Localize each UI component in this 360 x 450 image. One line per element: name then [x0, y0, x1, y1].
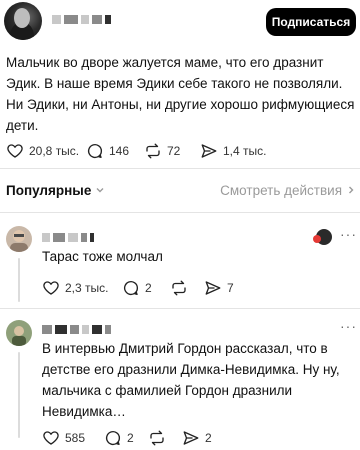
comment-avatar[interactable]: [6, 320, 32, 346]
comment-text: Тарас тоже молчал: [42, 249, 163, 264]
chevron-right-icon: [349, 186, 354, 194]
comment-icon: [105, 430, 121, 446]
heart-icon: [43, 281, 59, 295]
repost-button[interactable]: [148, 429, 182, 447]
avatar-photo: [6, 226, 32, 252]
share-button[interactable]: 7: [204, 279, 234, 297]
share-count: 1,4 тыс.: [223, 144, 267, 158]
like-count: 585: [65, 431, 86, 445]
comment-text: В интервью Дмитрий Гордон рассказал, что…: [42, 341, 340, 419]
like-count: 2,3 тыс.: [65, 281, 109, 295]
comment-icon: [87, 143, 103, 159]
like-button[interactable]: 2,3 тыс.: [42, 279, 122, 297]
comment-button[interactable]: 146: [86, 142, 144, 160]
comment-username-redacted[interactable]: [42, 323, 111, 335]
reply-button[interactable]: 2: [104, 429, 148, 447]
repost-icon: [150, 430, 164, 446]
share-button[interactable]: 2: [182, 429, 212, 447]
comment-actions: 2,3 тыс. 2 7: [42, 278, 234, 298]
heart-icon: [43, 431, 59, 445]
share-icon: [201, 144, 217, 158]
share-count: 2: [205, 431, 212, 445]
view-activity-label: Смотреть действия: [220, 182, 342, 198]
author-username-redacted[interactable]: [52, 12, 111, 26]
comment-username-redacted[interactable]: [42, 231, 94, 243]
repost-button[interactable]: 72: [144, 142, 200, 160]
post-text: Мальчик во дворе жалуется маме, что его …: [6, 55, 355, 133]
repost-button[interactable]: [170, 279, 204, 297]
reply-count: 2: [127, 431, 134, 445]
thread-line: [18, 258, 20, 302]
like-button[interactable]: 585: [42, 429, 104, 447]
more-icon[interactable]: ···: [340, 226, 357, 242]
view-activity-link[interactable]: Смотреть действия: [220, 183, 356, 198]
sort-label: Популярные: [6, 182, 92, 198]
more-icon[interactable]: ···: [340, 318, 357, 334]
heart-icon: [7, 144, 23, 158]
divider: [0, 308, 360, 309]
subscribe-button[interactable]: Подписаться: [266, 8, 356, 36]
comment-avatar[interactable]: [6, 226, 32, 252]
sort-row: Популярные Смотреть действия: [6, 176, 356, 204]
share-icon: [183, 431, 199, 445]
author-reply-avatar: [313, 229, 332, 245]
comment-count: 146: [109, 144, 130, 158]
sort-dropdown[interactable]: Популярные: [6, 183, 105, 198]
divider: [0, 212, 360, 213]
divider: [0, 168, 360, 169]
repost-icon: [172, 280, 186, 296]
share-count: 7: [227, 281, 234, 295]
post-actions: 20,8 тыс. 146 72 1,4 тыс.: [6, 141, 266, 161]
avatar-photo: [6, 320, 32, 346]
repost-count: 72: [167, 144, 181, 158]
like-button[interactable]: 20,8 тыс.: [6, 142, 86, 160]
share-icon: [205, 281, 221, 295]
repost-icon: [146, 143, 160, 159]
comment-icon: [123, 280, 139, 296]
author-avatar[interactable]: [4, 2, 42, 40]
reply-button[interactable]: 2: [122, 279, 170, 297]
reply-count: 2: [145, 281, 152, 295]
chevron-down-icon: [96, 188, 104, 193]
post-header: Подписаться: [0, 0, 360, 44]
like-count: 20,8 тыс.: [29, 144, 80, 158]
thread-line: [18, 352, 20, 438]
share-button[interactable]: 1,4 тыс.: [200, 142, 266, 160]
comment-actions: 585 2 2: [42, 428, 212, 448]
